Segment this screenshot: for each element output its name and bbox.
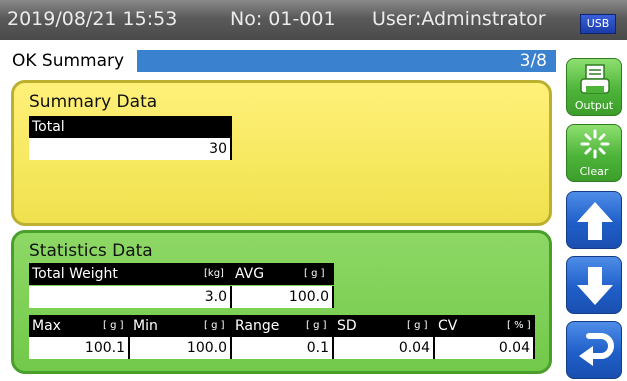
printer-icon [580, 64, 610, 94]
burst-icon [580, 129, 610, 159]
scroll-up-button[interactable] [566, 191, 622, 249]
max-header: Max [ g ] [29, 315, 130, 337]
cv-header: CV [ % ] [435, 315, 535, 337]
range-unit: [ g ] [306, 320, 327, 331]
output-label: Output [574, 99, 614, 112]
arrow-up-icon [577, 202, 613, 240]
page-indicator: 3/8 [519, 51, 547, 71]
max-unit: [ g ] [103, 320, 124, 331]
total-weight-unit: [kg] [204, 268, 224, 279]
avg-label: AVG [235, 266, 265, 282]
title-bar [137, 50, 557, 72]
cv-value: 0.04 [435, 337, 535, 359]
statistics-title: Statistics Data [29, 241, 153, 261]
range-value: 0.1 [232, 337, 334, 359]
cv-unit: [ % ] [507, 320, 531, 331]
sd-header: SD [ g ] [334, 315, 435, 337]
sd-label: SD [337, 318, 357, 334]
record-number: No: 01-001 [230, 8, 336, 30]
statistics-panel: Statistics Data Total Weight [kg] AVG [ … [11, 230, 552, 374]
avg-unit: [ g ] [304, 268, 325, 279]
range-label: Range [235, 318, 280, 334]
min-value: 100.0 [130, 337, 232, 359]
max-value: 100.1 [29, 337, 130, 359]
summary-panel: Summary Data Total 30 [11, 80, 552, 226]
min-unit: [ g ] [204, 320, 225, 331]
usb-indicator: USB [580, 14, 616, 34]
user-name: User:Adminstrator [372, 8, 546, 30]
page-title: OK Summary [8, 50, 132, 72]
avg-header: AVG [ g ] [232, 263, 334, 285]
total-weight-value: 3.0 [29, 286, 232, 308]
summary-title: Summary Data [29, 92, 158, 112]
total-weight-label: Total Weight [32, 266, 118, 282]
cv-label: CV [438, 318, 458, 334]
total-value: 30 [29, 138, 232, 160]
range-header: Range [ g ] [232, 315, 334, 337]
status-header: 2019/08/21 15:53 No: 01-001 User:Adminst… [0, 0, 627, 40]
output-button[interactable]: Output [566, 58, 622, 116]
arrow-down-icon [577, 267, 613, 305]
min-header: Min [ g ] [130, 315, 232, 337]
return-arrow-icon [579, 333, 614, 366]
avg-value: 100.0 [232, 286, 334, 308]
sd-value: 0.04 [334, 337, 435, 359]
total-weight-header: Total Weight [kg] [29, 263, 232, 285]
min-label: Min [133, 318, 158, 334]
total-header: Total [29, 116, 232, 138]
scroll-down-button[interactable] [566, 256, 622, 314]
clear-button[interactable]: Clear [566, 124, 622, 182]
clear-label: Clear [579, 165, 609, 178]
datetime: 2019/08/21 15:53 [7, 8, 178, 30]
max-label: Max [32, 318, 61, 334]
back-button[interactable] [566, 321, 622, 379]
sd-unit: [ g ] [407, 320, 428, 331]
